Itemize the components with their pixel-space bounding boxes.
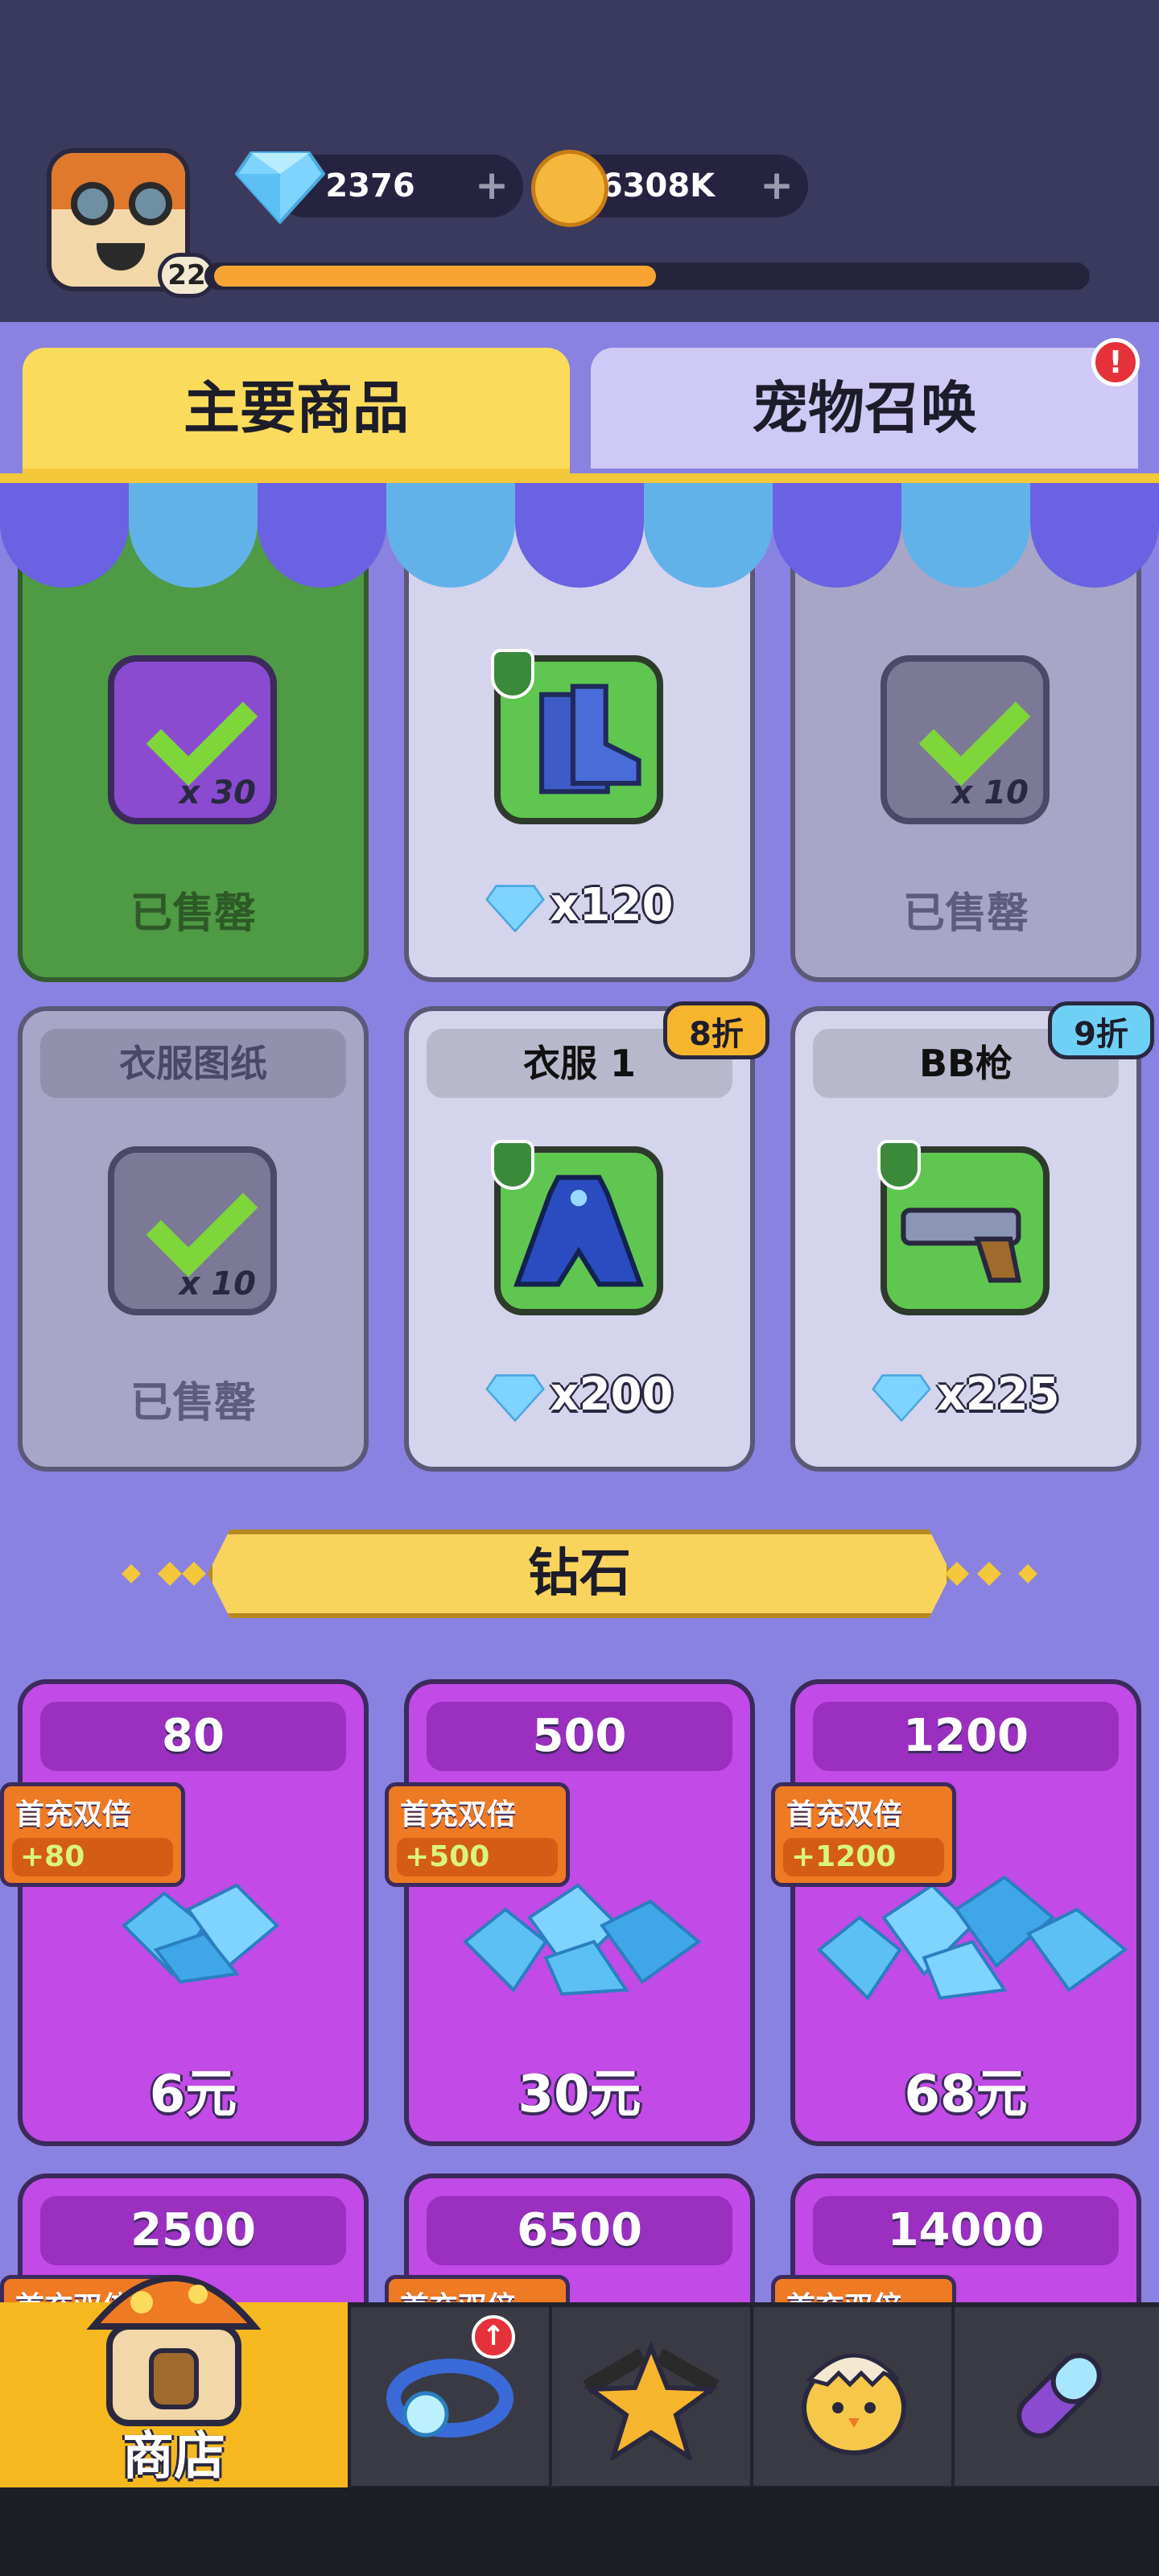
gold-coin-icon <box>531 150 608 227</box>
item-price-value: x120 <box>550 879 674 931</box>
item-quantity: x 30 <box>179 774 256 811</box>
item-icon: x 10 <box>108 1146 277 1315</box>
ribbon-bonus: +80 <box>12 1838 173 1876</box>
banner-right-ornament <box>945 1562 1037 1586</box>
nav-tab-equipment[interactable]: ↑ <box>351 2307 549 2486</box>
gem-icon <box>235 151 325 224</box>
diamond-pack-card[interactable]: 80 6元 <box>18 1679 369 2146</box>
diamond-section-banner: 钻石 <box>208 1530 951 1618</box>
nav-tab-items[interactable] <box>955 2307 1159 2486</box>
banner-left-ornament <box>122 1562 206 1586</box>
discount-badge: 9折 <box>1048 1001 1154 1059</box>
item-quantity: x 10 <box>951 774 1029 811</box>
ribbon-title: 首充双倍 <box>15 1798 132 1831</box>
item-price: x120 <box>409 879 750 932</box>
diamond-pack-price: 6元 <box>149 2065 237 2124</box>
item-price-value: x200 <box>550 1368 674 1421</box>
nav-tab-pets[interactable] <box>753 2307 951 2486</box>
add-gold-icon[interactable]: + <box>760 165 794 205</box>
item-price-value: x225 <box>936 1368 1060 1421</box>
diamond-pack-amount: 1200 <box>813 1702 1119 1771</box>
diamond-pack-price: 68元 <box>904 2065 1028 2124</box>
item-icon: x 30 <box>108 655 277 824</box>
diamond-pack-card[interactable]: 1200 68元 <box>790 1679 1141 2146</box>
weapon-slot-icon <box>877 1140 921 1190</box>
first-purchase-ribbon: 首充双倍 +500 <box>385 1782 570 1887</box>
star-guns-icon <box>583 2340 720 2460</box>
ribbon-bonus: +1200 <box>783 1838 944 1876</box>
awning-trim <box>0 473 1159 483</box>
tab-pet-summon-label: 宠物召唤 <box>752 375 977 441</box>
upgrade-arrow-icon: ↑ <box>472 2315 515 2359</box>
shop-item-card[interactable]: 衣服图纸 x 10 已售罄 <box>18 1006 369 1472</box>
item-title: 衣服图纸 <box>40 1029 346 1098</box>
boots-slot-icon <box>491 649 534 699</box>
diamond-pack-amount: 6500 <box>427 2196 732 2265</box>
diamond-pack-amount: 500 <box>427 1702 732 1771</box>
sold-out-label: 已售罄 <box>902 890 1029 938</box>
shop-icon <box>86 2275 262 2426</box>
ribbon-bonus: +500 <box>397 1838 558 1876</box>
diamond-section-title: 钻石 <box>528 1544 631 1604</box>
sold-out-label: 已售罄 <box>130 890 256 938</box>
item-price: x225 <box>795 1368 1136 1422</box>
item-price: x200 <box>409 1368 750 1422</box>
ribbon-title: 首充双倍 <box>400 1798 517 1831</box>
tab-pet-summon[interactable]: 宠物召唤 <box>591 348 1138 469</box>
tab-main-goods[interactable]: 主要商品 <box>23 348 570 477</box>
shop-item-card[interactable]: BB枪 x225 <box>790 1006 1141 1472</box>
ribbon-title: 首充双倍 <box>786 1798 903 1831</box>
capsule-icon <box>1017 2353 1102 2438</box>
add-gems-icon[interactable]: + <box>475 165 509 205</box>
chick-egg-icon <box>802 2353 906 2455</box>
sold-out-label: 已售罄 <box>130 1379 256 1427</box>
item-quantity: x 10 <box>179 1265 256 1302</box>
diamond-pack-amount: 14000 <box>813 2196 1119 2265</box>
shop-item-card[interactable]: 衣服 1 x200 <box>404 1006 755 1472</box>
diamond-pack-price: 30元 <box>518 2065 641 2124</box>
nav-shop-label: 商店 <box>122 2427 225 2487</box>
item-icon: x 10 <box>881 655 1050 824</box>
diamond-pack-amount: 80 <box>40 1702 346 1771</box>
discount-badge: 8折 <box>663 1001 769 1059</box>
first-purchase-ribbon: 首充双倍 +80 <box>0 1782 185 1887</box>
cloak-slot-icon <box>491 1140 534 1190</box>
bottom-safe-area <box>0 2487 1159 2576</box>
nav-tab-battle[interactable] <box>552 2307 750 2486</box>
first-purchase-ribbon: 首充双倍 +1200 <box>771 1782 956 1887</box>
diamond-pack-card[interactable]: 500 30元 <box>404 1679 755 2146</box>
tab-main-goods-label: 主要商品 <box>184 375 409 441</box>
alert-badge-icon: ! <box>1091 338 1140 386</box>
xp-bar-fill <box>214 266 656 287</box>
